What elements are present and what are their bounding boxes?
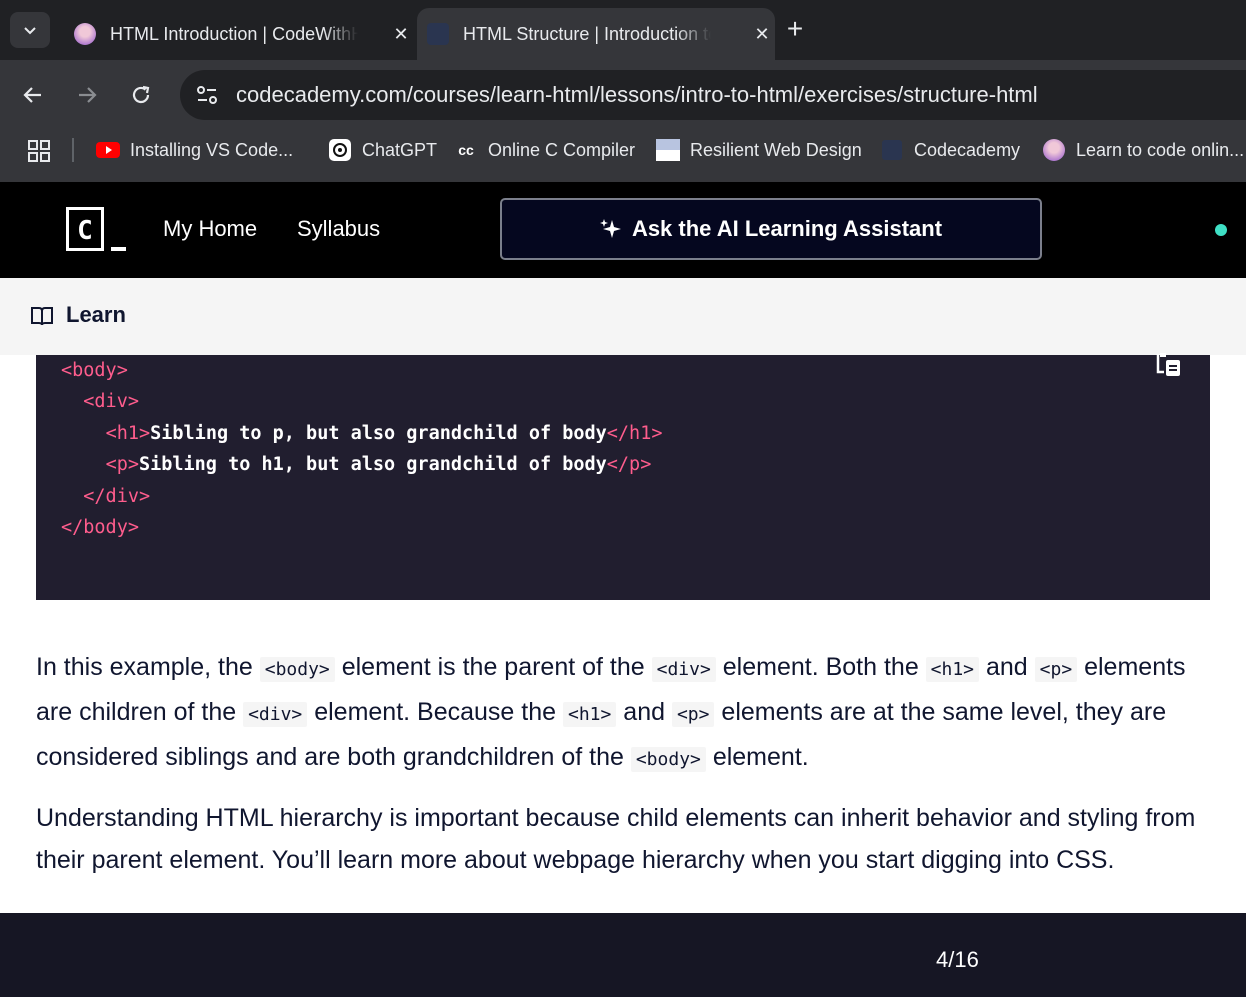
inline-code: <h1>	[925, 657, 980, 682]
url-text[interactable]: codecademy.com/courses/learn-html/lesson…	[236, 80, 1038, 110]
chatgpt-icon	[328, 139, 352, 161]
tab-title: HTML Introduction | CodeWithHarry	[110, 23, 358, 44]
ai-assistant-button[interactable]: Ask the AI Learning Assistant	[500, 198, 1042, 260]
nav-my-home[interactable]: My Home	[163, 214, 257, 244]
copy-code-icon[interactable]	[1154, 352, 1182, 380]
learn-label: Learn	[66, 302, 126, 327]
avatar-favicon-icon	[74, 23, 96, 45]
code-line: <div>	[61, 390, 139, 414]
code-tag: </body>	[61, 517, 139, 538]
reload-icon	[132, 85, 150, 104]
code-tag: </div>	[83, 486, 151, 507]
arrow-right-icon	[79, 87, 97, 103]
new-tab-button[interactable]: +	[780, 14, 810, 44]
bookmark-online-c-compiler[interactable]: cc Online C Compiler	[454, 134, 635, 166]
resilient-web-icon	[656, 139, 680, 161]
arrow-left-icon	[23, 87, 41, 103]
lesson-paragraph-1: In this example, the <body> element is t…	[36, 653, 1186, 772]
bookmark-vscode[interactable]: Installing VS Code...	[96, 134, 293, 166]
codecademy-logo[interactable]: C	[66, 207, 104, 251]
avatar-favicon-icon	[1042, 139, 1066, 161]
logo-underscore	[111, 247, 126, 251]
code-tag: <h1>	[105, 423, 151, 444]
inline-code: <div>	[243, 702, 308, 727]
bookmark-resilient-web-design[interactable]: Resilient Web Design	[656, 134, 862, 166]
bookmarks-divider	[72, 138, 74, 162]
tab-search-button[interactable]	[10, 12, 50, 48]
code-line: <h1>Sibling to p, but also grandchild of…	[61, 422, 663, 446]
progress-indicator: 4/16	[936, 947, 979, 972]
back-button[interactable]	[16, 78, 50, 112]
codecademy-favicon-icon	[880, 140, 904, 160]
reload-button[interactable]	[124, 78, 158, 112]
close-tab-icon[interactable]: ✕	[749, 24, 775, 45]
inline-code: <body>	[630, 747, 706, 772]
youtube-icon	[96, 140, 120, 160]
code-tag: <div>	[83, 391, 139, 412]
code-block	[36, 355, 1210, 600]
lesson-footer	[0, 913, 1246, 997]
inline-code: <p>	[671, 702, 715, 727]
bookmark-codecademy[interactable]: Codecademy	[880, 134, 1020, 166]
chevron-down-icon	[24, 27, 36, 35]
lesson-paragraph-2: Understanding HTML hierarchy is importan…	[36, 804, 1196, 874]
inline-code: <h1>	[562, 702, 617, 727]
inline-code: <div>	[651, 657, 716, 682]
bookmark-chatgpt[interactable]: ChatGPT	[328, 134, 437, 166]
code-line: </div>	[61, 485, 150, 509]
browser-tab-codecademy[interactable]: HTML Structure | Introduction to HTML ✕	[417, 8, 775, 60]
browser-tab-codewithharry[interactable]: HTML Introduction | CodeWithHarry ✕	[62, 8, 414, 60]
forward-button[interactable]	[70, 78, 104, 112]
bookmark-learn-to-code[interactable]: Learn to code onlin...	[1042, 134, 1244, 166]
learn-panel-header	[0, 278, 1246, 355]
code-line: </body>	[61, 516, 139, 540]
codecademy-favicon-icon	[427, 23, 449, 45]
code-tag: </p>	[606, 454, 652, 475]
code-tag: </h1>	[606, 423, 663, 444]
code-tag: <body>	[61, 360, 128, 381]
site-settings-icon[interactable]	[194, 82, 220, 108]
code-text: Sibling to h1, but also grandchild of bo…	[138, 454, 607, 475]
close-tab-icon[interactable]: ✕	[388, 24, 414, 45]
code-text: Sibling to p, but also grandchild of bod…	[150, 423, 607, 444]
inline-code: <p>	[1034, 657, 1078, 682]
apps-grid-icon[interactable]	[26, 138, 52, 164]
code-line: <p>Sibling to h1, but also grandchild of…	[61, 453, 652, 477]
code-line: <body>	[61, 359, 128, 383]
cc-compiler-icon: cc	[458, 142, 474, 158]
status-dot	[1215, 224, 1227, 236]
code-tag: <p>	[105, 454, 139, 475]
inline-code: <body>	[259, 657, 335, 682]
book-icon	[31, 307, 53, 326]
nav-syllabus[interactable]: Syllabus	[297, 214, 380, 244]
tab-title: HTML Structure | Introduction to HTML	[463, 23, 711, 44]
sparkle-icon	[599, 219, 621, 238]
